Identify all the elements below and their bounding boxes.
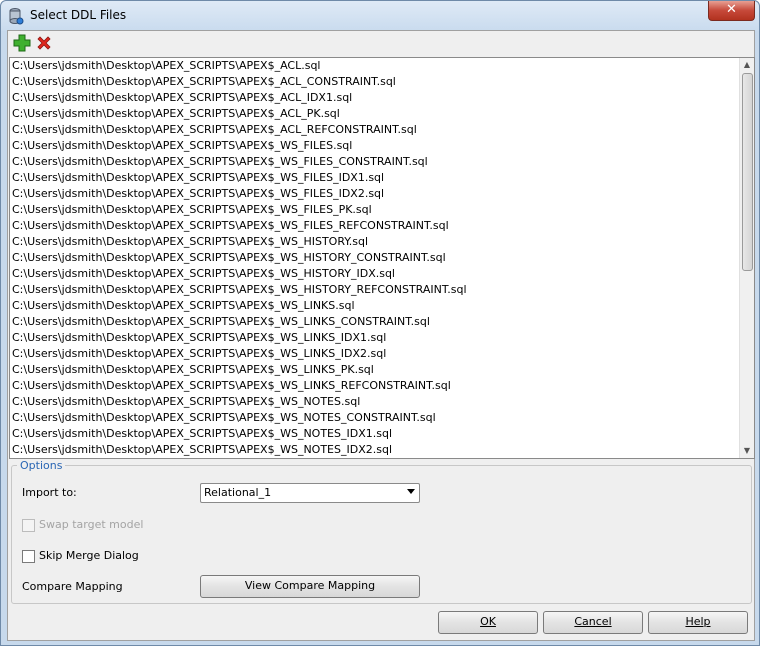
scrollbar-thumb[interactable] [742,73,753,271]
chevron-down-icon [407,489,415,494]
import-to-label: Import to: [22,486,77,499]
file-rows: C:\Users\jdsmith\Desktop\APEX_SCRIPTS\AP… [10,58,739,458]
scroll-down-icon[interactable]: ▼ [740,444,754,458]
file-list-item[interactable]: C:\Users\jdsmith\Desktop\APEX_SCRIPTS\AP… [10,202,739,218]
options-legend: Options [17,459,66,472]
file-list-item[interactable]: C:\Users\jdsmith\Desktop\APEX_SCRIPTS\AP… [10,362,739,378]
help-button[interactable]: Help [648,611,748,634]
file-list-item[interactable]: C:\Users\jdsmith\Desktop\APEX_SCRIPTS\AP… [10,170,739,186]
ok-button-label: OK [480,615,496,628]
file-list-item[interactable]: C:\Users\jdsmith\Desktop\APEX_SCRIPTS\AP… [10,58,739,74]
file-list-item[interactable]: C:\Users\jdsmith\Desktop\APEX_SCRIPTS\AP… [10,346,739,362]
help-button-label: Help [685,615,711,628]
file-list-item[interactable]: C:\Users\jdsmith\Desktop\APEX_SCRIPTS\AP… [10,394,739,410]
swap-target-checkbox[interactable] [22,519,35,532]
skip-merge-checkbox[interactable] [22,550,35,563]
file-list-item[interactable]: C:\Users\jdsmith\Desktop\APEX_SCRIPTS\AP… [10,138,739,154]
file-list-item[interactable]: C:\Users\jdsmith\Desktop\APEX_SCRIPTS\AP… [10,410,739,426]
file-list-item[interactable]: C:\Users\jdsmith\Desktop\APEX_SCRIPTS\AP… [10,250,739,266]
file-list-item[interactable]: C:\Users\jdsmith\Desktop\APEX_SCRIPTS\AP… [10,282,739,298]
remove-icon[interactable] [35,34,53,52]
file-list-item[interactable]: C:\Users\jdsmith\Desktop\APEX_SCRIPTS\AP… [10,234,739,250]
file-list-item[interactable]: C:\Users\jdsmith\Desktop\APEX_SCRIPTS\AP… [10,74,739,90]
scroll-up-icon[interactable]: ▲ [740,58,754,72]
add-icon[interactable] [13,34,31,52]
dialog-content: C:\Users\jdsmith\Desktop\APEX_SCRIPTS\AP… [7,30,755,641]
import-to-value: Relational_1 [204,486,272,499]
ok-button[interactable]: OK [438,611,538,634]
swap-target-label: Swap target model [39,518,144,531]
skip-merge-label: Skip Merge Dialog [39,549,139,562]
file-list-item[interactable]: C:\Users\jdsmith\Desktop\APEX_SCRIPTS\AP… [10,426,739,442]
file-list-item[interactable]: C:\Users\jdsmith\Desktop\APEX_SCRIPTS\AP… [10,186,739,202]
options-group: Options Import to: Relational_1 Swap tar… [11,459,752,604]
database-icon [9,8,24,25]
file-list-item[interactable]: C:\Users\jdsmith\Desktop\APEX_SCRIPTS\AP… [10,442,739,458]
file-list-item[interactable]: C:\Users\jdsmith\Desktop\APEX_SCRIPTS\AP… [10,122,739,138]
vertical-scrollbar[interactable]: ▲ ▼ [739,58,754,458]
file-list[interactable]: C:\Users\jdsmith\Desktop\APEX_SCRIPTS\AP… [9,57,755,459]
dialog-window: Select DDL Files ✕ C:\Users\jdsmith\Desk… [0,0,760,646]
file-list-item[interactable]: C:\Users\jdsmith\Desktop\APEX_SCRIPTS\AP… [10,218,739,234]
cancel-button-label: Cancel [574,615,612,628]
file-list-item[interactable]: C:\Users\jdsmith\Desktop\APEX_SCRIPTS\AP… [10,154,739,170]
file-list-item[interactable]: C:\Users\jdsmith\Desktop\APEX_SCRIPTS\AP… [10,314,739,330]
cancel-button[interactable]: Cancel [543,611,643,634]
file-list-item[interactable]: C:\Users\jdsmith\Desktop\APEX_SCRIPTS\AP… [10,330,739,346]
import-to-select[interactable]: Relational_1 [200,483,420,503]
file-list-item[interactable]: C:\Users\jdsmith\Desktop\APEX_SCRIPTS\AP… [10,378,739,394]
file-list-item[interactable]: C:\Users\jdsmith\Desktop\APEX_SCRIPTS\AP… [10,298,739,314]
file-list-item[interactable]: C:\Users\jdsmith\Desktop\APEX_SCRIPTS\AP… [10,266,739,282]
view-compare-mapping-button[interactable]: View Compare Mapping [200,575,420,598]
toolbar [8,31,754,56]
title-bar[interactable]: Select DDL Files ✕ [1,1,759,31]
file-list-item[interactable]: C:\Users\jdsmith\Desktop\APEX_SCRIPTS\AP… [10,106,739,122]
file-list-item[interactable]: C:\Users\jdsmith\Desktop\APEX_SCRIPTS\AP… [10,90,739,106]
window-title: Select DDL Files [30,8,127,22]
compare-mapping-label: Compare Mapping [22,580,123,593]
close-button[interactable]: ✕ [708,1,755,21]
